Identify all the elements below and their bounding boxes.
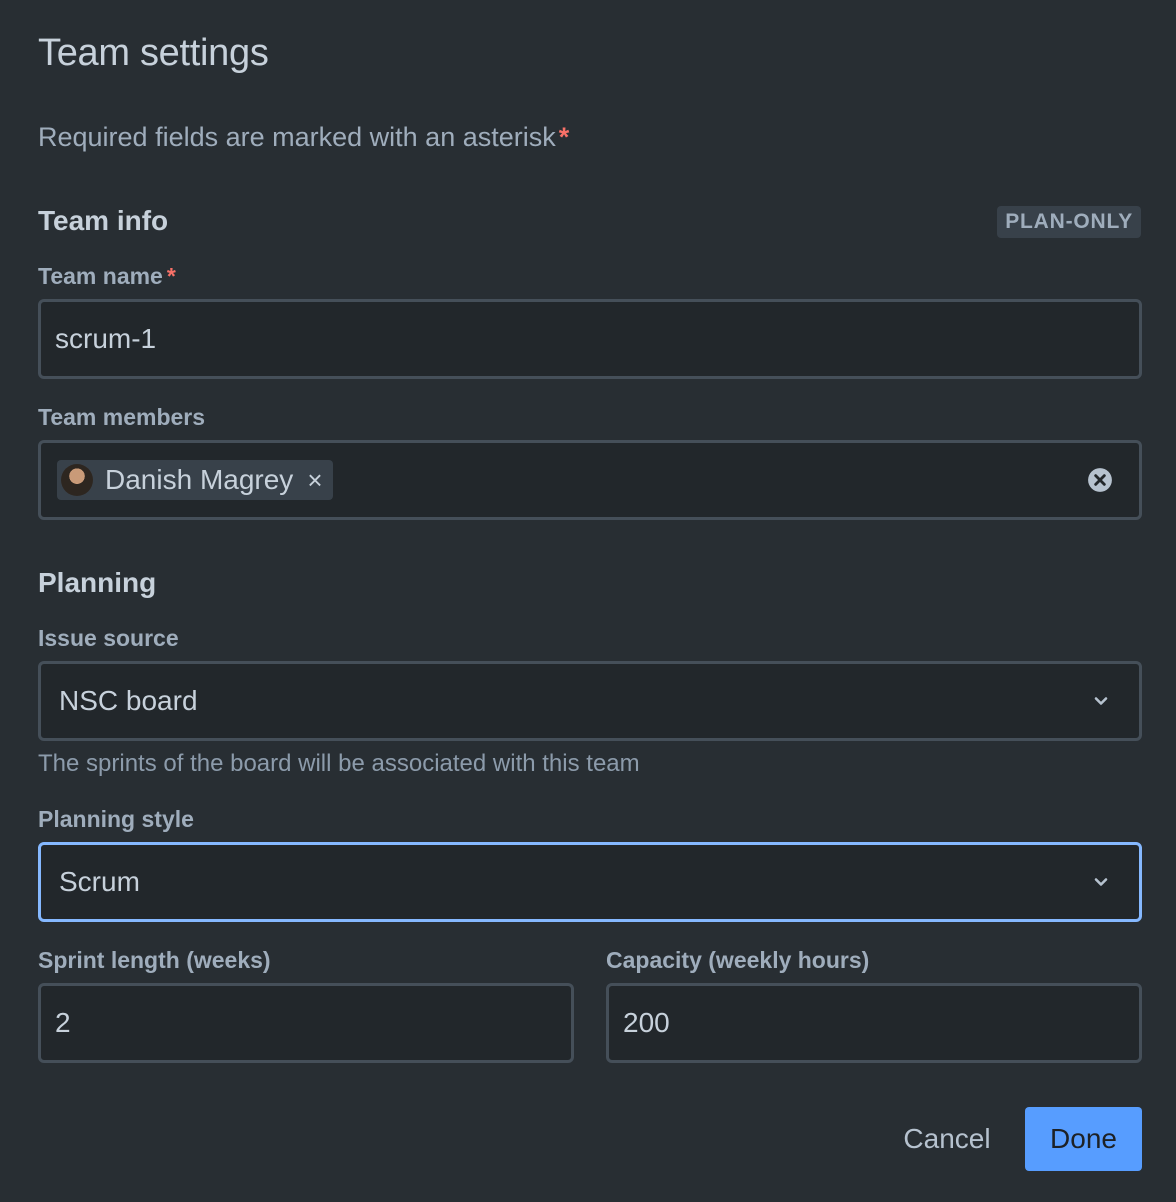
team-members-label: Team members [38, 404, 206, 430]
member-name: Danish Magrey [105, 464, 294, 495]
avatar [61, 464, 93, 496]
issue-source-helper-text: The sprints of the board will be associa… [38, 750, 640, 777]
required-note-text: Required fields are marked with an aster… [38, 122, 556, 152]
issue-source-value: NSC board [59, 685, 198, 716]
capacity-input[interactable]: 200 [606, 983, 1142, 1063]
sprint-length-input[interactable]: 2 [38, 983, 574, 1063]
plan-only-badge: PLAN-ONLY [997, 206, 1141, 238]
sprint-length-value: 2 [55, 1007, 71, 1038]
team-settings-dialog: Team settings Required fields are marked… [0, 0, 1176, 1202]
planning-style-select[interactable]: Scrum [38, 842, 1142, 922]
planning-style-value: Scrum [59, 866, 140, 897]
issue-source-label: Issue source [38, 625, 179, 651]
cancel-button[interactable]: Cancel [884, 1107, 1010, 1171]
clear-selection-icon[interactable] [1087, 467, 1113, 493]
team-name-label: Team name * [38, 263, 176, 290]
done-button[interactable]: Done [1025, 1107, 1142, 1171]
issue-source-select[interactable]: NSC board [38, 661, 1142, 741]
dialog-title: Team settings [38, 32, 269, 74]
team-name-input[interactable]: scrum-1 [38, 299, 1142, 379]
remove-member-icon[interactable]: × [307, 467, 322, 493]
planning-style-label: Planning style [38, 806, 194, 832]
sprint-length-label: Sprint length (weeks) [38, 947, 271, 973]
chevron-down-icon [1094, 878, 1108, 886]
chevron-down-icon [1094, 697, 1108, 705]
capacity-label: Capacity (weekly hours) [606, 947, 870, 973]
capacity-value: 200 [623, 1007, 670, 1038]
required-asterisk: * [558, 122, 570, 152]
team-name-required-asterisk: * [166, 263, 176, 289]
team-info-heading: Team info [38, 205, 169, 236]
member-chip: Danish Magrey × [57, 460, 333, 500]
team-name-value: scrum-1 [55, 323, 157, 354]
required-fields-note: Required fields are marked with an aster… [38, 122, 569, 153]
team-members-select[interactable]: Danish Magrey × [38, 440, 1142, 520]
planning-heading: Planning [38, 567, 157, 598]
team-name-label-text: Team name [38, 263, 163, 289]
